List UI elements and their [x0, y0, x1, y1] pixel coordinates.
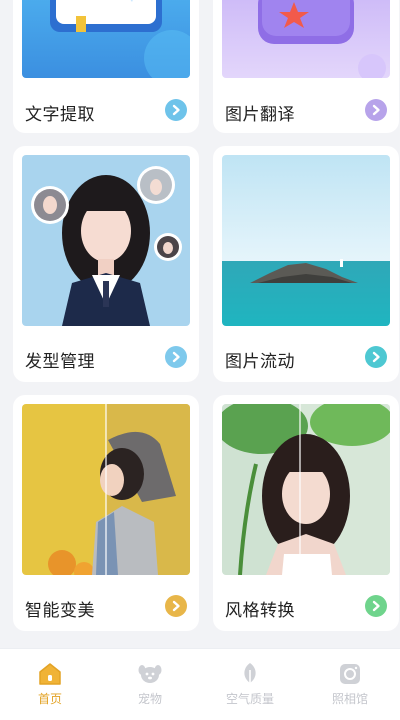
card-label: 智能变美	[25, 601, 95, 621]
chevron-right-icon[interactable]	[365, 346, 387, 368]
tab-label: 宠物	[137, 692, 162, 706]
camera-icon	[340, 664, 360, 684]
card-label: 图片翻译	[225, 105, 295, 125]
beauty-before-after-photo	[22, 404, 190, 575]
chevron-right-icon[interactable]	[365, 595, 387, 617]
card-label: 发型管理	[25, 352, 95, 372]
feature-card-style-transfer[interactable]: 风格转换	[213, 395, 399, 631]
card-label: 文字提取	[25, 105, 95, 125]
text-extract-illustration	[22, 0, 190, 78]
chevron-right-icon[interactable]	[365, 99, 387, 121]
home-icon	[39, 663, 61, 685]
feature-card-image-flow[interactable]: 图片流动	[213, 146, 399, 382]
chevron-right-icon[interactable]	[165, 595, 187, 617]
chevron-right-icon[interactable]	[165, 99, 187, 121]
card-label: 风格转换	[225, 601, 295, 621]
feature-card-image-translate[interactable]: 图片翻译	[213, 0, 399, 133]
tab-photo-studio[interactable]: 照相馆	[300, 649, 400, 720]
hairstyle-photo	[22, 155, 190, 326]
chevron-right-icon[interactable]	[165, 346, 187, 368]
feature-grid: 文字提取 图片翻译 发型管理 图片流动 智能变美 风格转换	[0, 0, 400, 648]
tab-label: 空气质量	[225, 692, 274, 706]
tab-home[interactable]: 首页	[0, 649, 100, 720]
pet-icon	[138, 665, 162, 683]
style-transfer-photo	[222, 404, 390, 575]
tab-label: 照相馆	[331, 692, 368, 706]
seascape-photo	[222, 155, 390, 326]
feature-card-smart-beauty[interactable]: 智能变美	[13, 395, 199, 631]
tab-air-quality[interactable]: 空气质量	[200, 649, 300, 720]
tab-pet[interactable]: 宠物	[100, 649, 200, 720]
image-translate-illustration	[222, 0, 390, 78]
bottom-tab-bar: 首页 宠物 空气质量 照相馆	[0, 648, 400, 720]
feature-card-hairstyle[interactable]: 发型管理	[13, 146, 199, 382]
feature-card-text-extract[interactable]: 文字提取	[13, 0, 199, 133]
tab-label: 首页	[37, 692, 62, 706]
card-label: 图片流动	[225, 352, 295, 372]
leaf-icon	[244, 663, 256, 686]
